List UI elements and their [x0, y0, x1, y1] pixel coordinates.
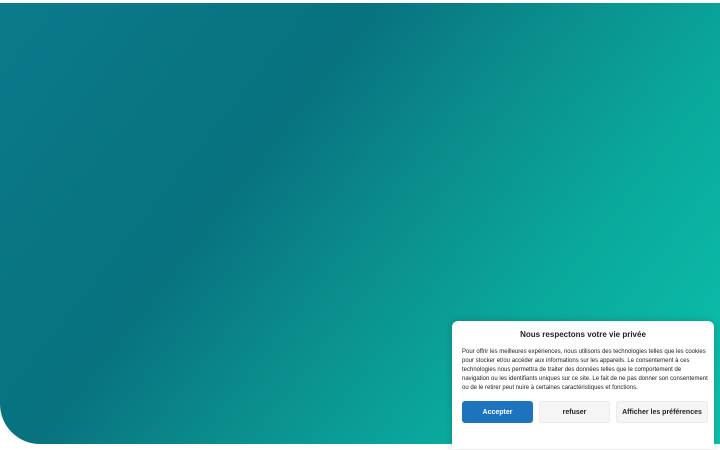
refuse-button[interactable]: refuser — [539, 401, 610, 423]
show-preferences-button[interactable]: Afficher les préférences — [616, 401, 708, 423]
consent-button-row: Accepter refuser Afficher les préférence… — [462, 401, 708, 423]
consent-title: Nous respectons votre vie privée — [520, 330, 646, 339]
page: Nous respectons votre vie privée Pour of… — [0, 0, 720, 450]
accept-button[interactable]: Accepter — [462, 401, 533, 423]
consent-message: Pour offrir les meilleures expériences, … — [462, 349, 708, 391]
cookie-consent-banner: Nous respectons votre vie privée Pour of… — [452, 321, 714, 449]
